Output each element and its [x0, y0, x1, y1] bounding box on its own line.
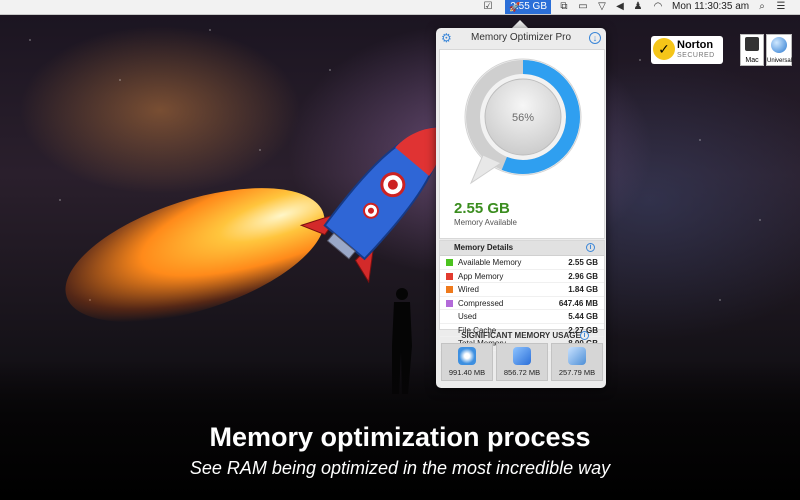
list-icon[interactable]: ☰ — [776, 2, 786, 12]
significant-usage: SIGNIFICANT MEMORY USAGE i 991.40 MB 856… — [439, 331, 603, 385]
memory-detail-value: 2.55 GB — [568, 258, 598, 267]
memory-gauge[interactable]: 56% — [461, 55, 585, 195]
caption-subtitle: See RAM being optimized in the most incr… — [189, 458, 611, 478]
mac-badge-label: Mac — [745, 57, 759, 64]
xcode-icon — [513, 347, 531, 365]
safari-icon — [458, 347, 476, 365]
norton-title: Norton — [677, 39, 714, 51]
info-icon[interactable]: i — [586, 243, 595, 252]
task-icon[interactable]: ☑ — [483, 2, 493, 12]
legend-swatch — [446, 259, 453, 266]
wifi-icon[interactable]: ◠ — [653, 2, 663, 12]
legend-swatch — [446, 299, 453, 307]
memory-detail-label: Available Memory — [458, 258, 522, 267]
memory-detail-value: 647.46 MB — [558, 298, 598, 308]
menubar-clock[interactable]: Mon 11:30:35 am — [672, 0, 749, 14]
popover-caret — [512, 20, 528, 28]
app-tile-xcode[interactable]: 856.72 MB — [496, 343, 548, 381]
memory-detail-row: Used 5.44 GB — [440, 310, 604, 324]
mac-badge: Mac — [740, 34, 764, 66]
memory-detail-label: Compressed — [458, 298, 504, 308]
info-icon[interactable]: i — [580, 331, 589, 340]
norton-subtitle: SECURED — [677, 52, 715, 59]
memory-detail-row: Available Memory 2.55 GB — [440, 256, 604, 270]
norton-badge: ✓ Norton SECURED — [651, 36, 723, 64]
caption-title: Memory optimization process — [209, 422, 591, 452]
window-icon[interactable]: ⧉ — [559, 2, 569, 12]
app-memory-size: 991.40 MB — [448, 368, 486, 377]
app-memory-size: 856.72 MB — [503, 368, 541, 377]
memory-detail-row: App Memory 2.96 GB — [440, 270, 604, 283]
significant-usage-title: SIGNIFICANT MEMORY USAGE — [461, 331, 581, 340]
download-icon[interactable]: ↓ — [589, 32, 601, 44]
memory-detail-value: 5.44 GB — [568, 312, 598, 321]
rocket-icon: 🚀 — [509, 2, 521, 12]
memory-detail-row: Compressed 647.46 MB — [440, 297, 604, 310]
gauge-percent: 56% — [512, 112, 534, 124]
gauge-section: 56% 2.55 GB Memory Available — [439, 49, 605, 239]
volume-icon[interactable]: ◀ — [615, 2, 625, 12]
app-tile-safari[interactable]: 991.40 MB — [441, 343, 493, 381]
universal-badge-label: Universal — [767, 58, 793, 64]
checkmark-icon: ✓ — [653, 38, 675, 60]
airplay-icon[interactable]: ▽ — [597, 2, 607, 12]
available-memory-label: Memory Available — [454, 218, 517, 227]
mac-face-icon — [745, 37, 759, 51]
legend-swatch — [446, 272, 453, 280]
legend-swatch — [446, 286, 453, 293]
universal-badge: Universal — [766, 34, 792, 66]
search-icon[interactable]: ⌕ — [757, 2, 767, 12]
memory-detail-value: 2.96 GB — [568, 271, 598, 281]
memory-status-item[interactable]: 🚀 2.55 GB — [505, 0, 551, 14]
memory-detail-label: Used — [458, 312, 477, 321]
memory-details: Memory Details i Available Memory 2.55 GB… — [439, 240, 605, 351]
memory-details-header: Memory Details i — [440, 241, 604, 256]
app-memory-size: 257.79 MB — [558, 368, 596, 377]
user-icon[interactable]: ♟ — [633, 2, 643, 12]
memory-detail-row: Wired 1.84 GB — [440, 283, 604, 297]
preview-icon — [568, 347, 586, 365]
memory-detail-value: 1.84 GB — [568, 285, 598, 294]
display-icon[interactable]: ▭ — [578, 2, 588, 12]
available-memory-value: 2.55 GB — [454, 200, 510, 217]
memory-details-title: Memory Details — [454, 243, 514, 252]
memory-detail-label: App Memory — [458, 271, 504, 281]
popover-header: ⚙ Memory Optimizer Pro ↓ — [436, 28, 606, 48]
universal-icon — [771, 37, 787, 53]
memory-optimizer-popover: ⚙ Memory Optimizer Pro ↓ 56% 2.55 GB Mem… — [436, 28, 606, 388]
memory-detail-label: Wired — [458, 285, 479, 294]
app-title: Memory Optimizer Pro — [470, 32, 571, 43]
app-tile-preview[interactable]: 257.79 MB — [551, 343, 603, 381]
menu-bar: ☑ 🚀 2.55 GB ⧉ ▭ ▽ ◀ ♟ ◠ Mon 11:30:35 am … — [0, 0, 800, 15]
